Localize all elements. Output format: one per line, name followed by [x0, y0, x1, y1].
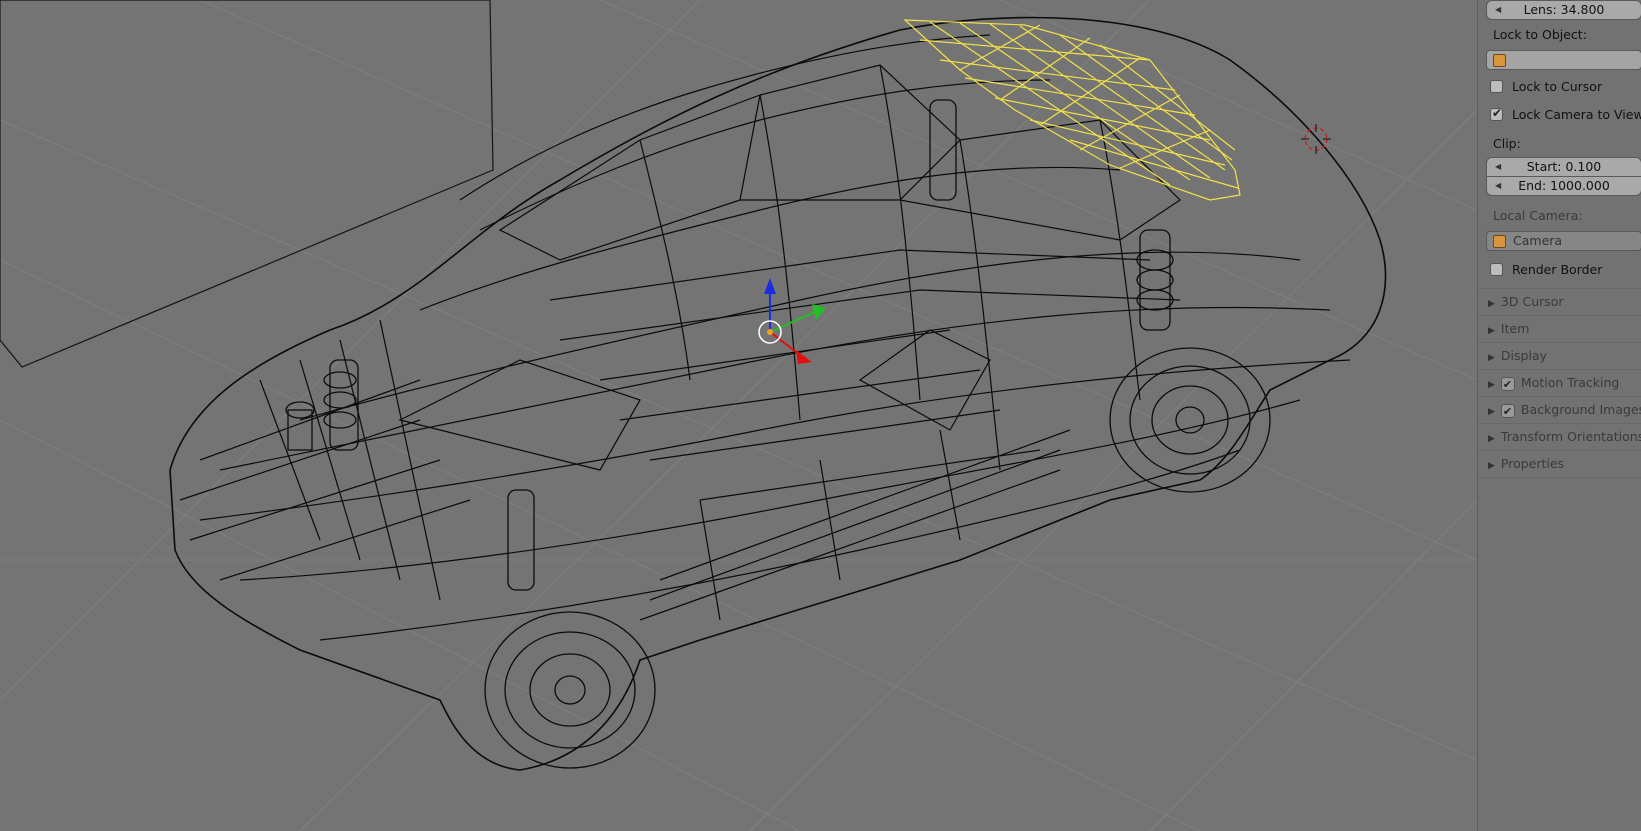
divider — [1478, 423, 1641, 424]
decrement-arrow-icon[interactable]: ◀ — [1495, 158, 1501, 176]
lock-to-cursor-label: Lock to Cursor — [1512, 79, 1603, 94]
divider — [1478, 288, 1641, 289]
object-cube-icon — [1493, 54, 1506, 67]
section-transform-orientations[interactable]: ▶ Transform Orientations — [1488, 426, 1641, 448]
local-camera-label: Local Camera: — [1493, 208, 1583, 223]
lens-value: Lens: 34.800 — [1523, 2, 1605, 17]
decrement-arrow-icon[interactable]: ◀ — [1495, 177, 1501, 195]
render-border-label: Render Border — [1512, 262, 1603, 277]
expand-triangle-icon: ▶ — [1488, 407, 1495, 417]
divider — [1478, 342, 1641, 343]
motion-tracking-checkbox[interactable] — [1500, 374, 1515, 396]
camera-object-icon — [1493, 235, 1506, 248]
lock-to-cursor-checkbox[interactable] — [1490, 80, 1503, 93]
clip-end-value: End: 1000.000 — [1518, 178, 1610, 193]
section-3d-cursor[interactable]: ▶ 3D Cursor — [1488, 291, 1564, 313]
divider — [1478, 450, 1641, 451]
clip-start-value: Start: 0.100 — [1526, 159, 1602, 174]
render-border-checkbox[interactable] — [1490, 263, 1503, 276]
viewport-canvas[interactable] — [0, 0, 1477, 831]
expand-triangle-icon: ▶ — [1488, 380, 1495, 390]
expand-triangle-icon: ▶ — [1488, 299, 1495, 309]
clip-start-field[interactable]: ◀ Start: 0.100 — [1486, 157, 1641, 177]
section-display[interactable]: ▶ Display — [1488, 345, 1547, 367]
section-motion-tracking[interactable]: ▶Motion Tracking — [1488, 372, 1619, 396]
lens-field[interactable]: ◀ Lens: 34.800 — [1486, 0, 1641, 20]
expand-triangle-icon: ▶ — [1488, 461, 1495, 471]
divider — [1478, 396, 1641, 397]
divider — [1478, 369, 1641, 370]
3d-viewport[interactable] — [0, 0, 1477, 831]
lock-camera-to-view-label: Lock Camera to View — [1512, 107, 1641, 122]
divider — [1478, 477, 1641, 478]
car-wireframe[interactable] — [169, 16, 1387, 771]
section-item[interactable]: ▶ Item — [1488, 318, 1529, 340]
section-background-images[interactable]: ▶Background Images — [1488, 399, 1641, 423]
decrement-arrow-icon[interactable]: ◀ — [1495, 1, 1501, 19]
expand-triangle-icon: ▶ — [1488, 434, 1495, 444]
local-camera-field[interactable]: Camera — [1486, 231, 1641, 251]
section-properties[interactable]: ▶ Properties — [1488, 453, 1564, 475]
clip-end-field[interactable]: ◀ End: 1000.000 — [1486, 176, 1641, 196]
lock-to-object-label: Lock to Object: — [1493, 27, 1587, 42]
plane-outline[interactable] — [0, 0, 494, 368]
expand-triangle-icon: ▶ — [1488, 326, 1495, 336]
divider — [1478, 315, 1641, 316]
lock-camera-to-view-checkbox[interactable] — [1490, 106, 1503, 121]
clip-label: Clip: — [1493, 136, 1521, 151]
properties-side-panel: ◀ Lens: 34.800 Lock to Object: Lock to C… — [1477, 0, 1641, 831]
expand-triangle-icon: ▶ — [1488, 353, 1495, 363]
transform-gizmo[interactable] — [758, 278, 826, 364]
background-images-checkbox[interactable] — [1500, 401, 1515, 423]
lock-object-field[interactable] — [1486, 50, 1641, 70]
floor-grid — [0, 0, 1477, 831]
local-camera-value: Camera — [1513, 233, 1563, 248]
